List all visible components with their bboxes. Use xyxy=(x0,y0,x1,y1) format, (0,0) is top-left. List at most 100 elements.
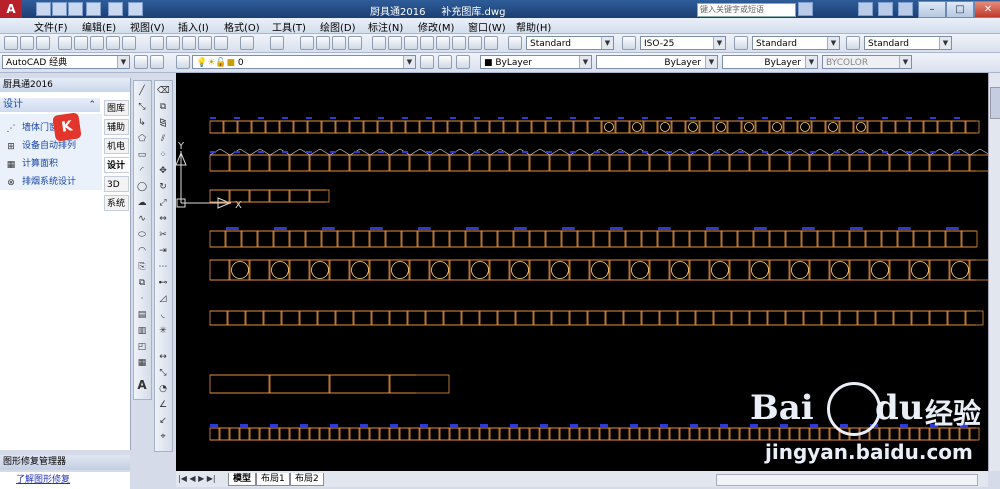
tab-3d[interactable]: 3D xyxy=(104,176,129,192)
workspace-icon[interactable] xyxy=(150,55,164,69)
key-icon[interactable] xyxy=(858,2,873,16)
stretch-icon[interactable]: ⇔ xyxy=(157,213,169,225)
help-toolbar-icon[interactable] xyxy=(484,36,498,50)
dim-aligned-icon[interactable]: ⤡ xyxy=(157,367,169,379)
tab-model[interactable]: 模型 xyxy=(228,473,257,486)
tab-mep[interactable]: 机电 xyxy=(104,138,129,154)
menu-help[interactable]: 帮助(H) xyxy=(516,19,551,34)
extend-icon[interactable]: ⇥ xyxy=(157,245,169,257)
gradient-icon[interactable]: ▥ xyxy=(136,325,148,337)
redo-toolbar-icon[interactable] xyxy=(270,36,284,50)
collapse-icon[interactable]: ⌃ xyxy=(88,98,96,112)
array-icon[interactable]: ⁘ xyxy=(157,149,169,161)
panel-item-area[interactable]: ▦ 计算面积 xyxy=(6,156,58,170)
dim-linear-icon[interactable]: ↔ xyxy=(157,351,169,363)
menu-edit[interactable]: 编辑(E) xyxy=(82,19,116,34)
zoom-previous-icon[interactable] xyxy=(348,36,362,50)
publish-icon[interactable] xyxy=(90,36,104,50)
rectangle-icon[interactable]: ▭ xyxy=(136,149,148,161)
dim-radius-icon[interactable]: ◔ xyxy=(157,383,169,395)
text-style-select[interactable]: Standard ▼ xyxy=(526,36,614,50)
star-icon[interactable] xyxy=(878,2,893,16)
polygon-icon[interactable]: ⬠ xyxy=(136,133,148,145)
match-properties-icon[interactable] xyxy=(198,36,212,50)
xline-icon[interactable]: ⤡ xyxy=(136,101,148,113)
chamfer-icon[interactable]: ◿ xyxy=(157,293,169,305)
menu-dimension[interactable]: 标注(N) xyxy=(368,19,403,34)
dim-style-select[interactable]: ISO-25 ▼ xyxy=(640,36,726,50)
tab-assist[interactable]: 辅助 xyxy=(104,119,129,135)
properties-icon[interactable] xyxy=(372,36,386,50)
markup-icon[interactable] xyxy=(436,36,450,50)
rotate-icon[interactable]: ↻ xyxy=(157,181,169,193)
open-file-icon[interactable] xyxy=(20,36,34,50)
3d-dwf-icon[interactable] xyxy=(106,36,120,50)
plot-icon[interactable] xyxy=(58,36,72,50)
region-icon[interactable]: ◰ xyxy=(136,341,148,353)
fillet-icon[interactable]: ◟ xyxy=(157,309,169,321)
menu-window[interactable]: 窗口(W) xyxy=(468,19,506,34)
lineweight-select[interactable]: ByLayer ▼ xyxy=(722,55,818,69)
panel-item-exhaust[interactable]: ⊗ 排烟系统设计 xyxy=(6,174,76,188)
layer-manager-icon[interactable] xyxy=(176,55,190,69)
leader-icon[interactable]: ↙ xyxy=(157,415,169,427)
recovery-link[interactable]: 了解图形修复 xyxy=(0,475,70,485)
layer-states-icon[interactable] xyxy=(456,55,470,69)
offset-icon[interactable]: ⫽ xyxy=(157,133,169,145)
workspace-settings-icon[interactable] xyxy=(134,55,148,69)
design-center-icon[interactable] xyxy=(388,36,402,50)
save-icon[interactable] xyxy=(68,2,83,16)
tab-library[interactable]: 图库 xyxy=(104,100,129,116)
zoom-realtime-icon[interactable] xyxy=(316,36,330,50)
mleader-style-icon[interactable] xyxy=(846,36,860,50)
point-icon[interactable]: · xyxy=(136,293,148,305)
new-icon[interactable] xyxy=(36,2,51,16)
menu-modify[interactable]: 修改(M) xyxy=(418,19,454,34)
ellipse-arc-icon[interactable]: ◠ xyxy=(136,245,148,257)
table-style-icon[interactable] xyxy=(734,36,748,50)
tab-design[interactable]: 设计 xyxy=(104,157,129,173)
linetype-select[interactable]: ByLayer ▼ xyxy=(596,55,718,69)
close-button[interactable]: ✕ xyxy=(974,1,1000,18)
workspace-select[interactable]: AutoCAD 经典 ▼ xyxy=(2,55,130,69)
panel-section-header[interactable]: 设计 ⌃ xyxy=(0,98,100,112)
search-input[interactable]: 键入关键字或短语 xyxy=(697,3,796,17)
tool-palette-icon[interactable] xyxy=(404,36,418,50)
circle-icon[interactable]: ◯ xyxy=(136,181,148,193)
tab-nav-arrows[interactable]: |◀ ◀ ▶ ▶| xyxy=(178,473,226,485)
sheet-icon[interactable] xyxy=(122,36,136,50)
tab-system[interactable]: 系统 xyxy=(104,195,129,211)
vscroll-thumb[interactable] xyxy=(990,87,1000,119)
dim-style-icon[interactable] xyxy=(622,36,636,50)
spline-icon[interactable]: ∿ xyxy=(136,213,148,225)
join-icon[interactable]: ⊷ xyxy=(157,277,169,289)
revcloud-icon[interactable]: ☁ xyxy=(136,197,148,209)
explode-icon[interactable]: ✳ xyxy=(157,325,169,337)
trim-icon[interactable]: ✂ xyxy=(157,229,169,241)
dim-angle-icon[interactable]: ∠ xyxy=(157,399,169,411)
qnew-icon[interactable] xyxy=(4,36,18,50)
arc-icon[interactable]: ◜ xyxy=(136,165,148,177)
menu-draw[interactable]: 绘图(D) xyxy=(320,19,356,34)
menu-format[interactable]: 格式(O) xyxy=(224,19,260,34)
pan-icon[interactable] xyxy=(300,36,314,50)
table-draw-icon[interactable]: ▦ xyxy=(136,357,148,369)
app-logo-icon[interactable]: A xyxy=(0,0,22,18)
copy-icon[interactable] xyxy=(166,36,180,50)
insert-block-icon[interactable]: ⎘ xyxy=(136,261,148,273)
menu-tools[interactable]: 工具(T) xyxy=(272,19,306,34)
quickcalc-icon[interactable] xyxy=(452,36,466,50)
print-icon[interactable] xyxy=(128,2,143,16)
tab-layout1[interactable]: 布局1 xyxy=(256,473,290,486)
maximize-button[interactable]: □ xyxy=(946,1,974,18)
tolerance-icon[interactable]: ⌖ xyxy=(157,431,169,443)
ellipse-icon[interactable]: ⬭ xyxy=(136,229,148,241)
minimize-button[interactable]: – xyxy=(918,1,946,18)
table-icon[interactable] xyxy=(468,36,482,50)
undo-toolbar-icon[interactable] xyxy=(240,36,254,50)
undo-icon[interactable] xyxy=(86,2,101,16)
panel-item-wall[interactable]: ⋰ 墙体门窗 xyxy=(6,120,59,134)
scale-icon[interactable]: ⤢ xyxy=(157,197,169,209)
help-icon[interactable] xyxy=(898,2,913,16)
binoculars-icon[interactable] xyxy=(798,2,813,16)
